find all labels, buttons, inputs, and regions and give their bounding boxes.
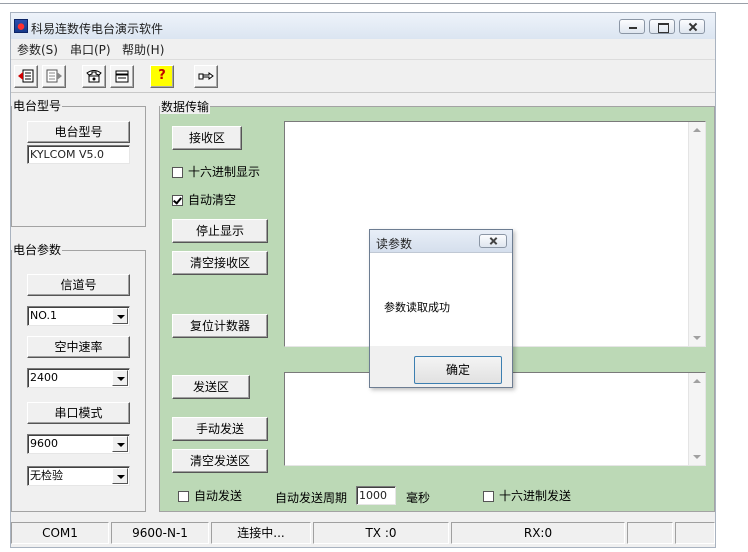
send-scrollbar[interactable] (688, 373, 705, 465)
scroll-down-icon[interactable] (693, 455, 701, 459)
maximize-button[interactable] (649, 19, 675, 34)
clear-receive-button[interactable]: 清空接收区 (172, 251, 268, 275)
hex-display-label: 十六进制显示 (188, 165, 261, 179)
data-group-title: 数据传输 (160, 100, 211, 114)
dialog-message: 参数读取成功 (384, 301, 450, 314)
write-params-button[interactable] (42, 65, 66, 88)
channel-select[interactable]: NO.1 (27, 306, 130, 326)
chevron-down-icon[interactable] (112, 308, 128, 324)
minimize-icon (620, 20, 644, 33)
parity-select[interactable]: 无检验 (27, 466, 130, 486)
hex-send-label: 十六进制发送 (499, 489, 572, 503)
model-value-field[interactable]: KYLCOM V5.0 (27, 145, 130, 164)
serial-mode-button[interactable]: 串口模式 (27, 402, 130, 424)
status-rx: RX:0 (451, 522, 625, 544)
air-rate-value: 2400 (30, 371, 58, 384)
hex-display-box[interactable] (172, 167, 183, 178)
model-button[interactable]: 电台型号 (27, 121, 130, 143)
dialog-title-bar[interactable]: 读参数 (370, 230, 512, 253)
outer-top-border (0, 0, 748, 4)
params-group-title: 电台参数 (12, 243, 63, 257)
air-rate-button[interactable]: 空中速率 (27, 336, 130, 358)
chevron-down-icon[interactable] (112, 370, 128, 386)
period-unit-label: 毫秒 (406, 491, 431, 505)
minimize-button[interactable] (619, 19, 645, 34)
auto-send-period-input[interactable]: 1000 (356, 486, 396, 505)
stop-display-button[interactable]: 停止显示 (172, 219, 268, 243)
auto-clear-label: 自动清空 (188, 193, 237, 207)
receive-scrollbar[interactable] (688, 122, 705, 346)
read-params-dialog: 读参数 参数读取成功 确定 (369, 229, 513, 388)
pointer-hand-icon (198, 72, 214, 80)
connect-button[interactable] (82, 65, 106, 88)
dialog-ok-button[interactable]: 确定 (414, 356, 502, 384)
close-icon (680, 20, 704, 33)
status-panel-extra-1 (627, 522, 673, 544)
dialog-close-icon[interactable] (479, 234, 507, 248)
hex-send-box[interactable] (483, 491, 494, 502)
toolbar: ? (11, 59, 715, 93)
status-state: 连接中... (211, 522, 311, 544)
manual-send-button[interactable]: 手动发送 (172, 417, 268, 441)
status-tx: TX :0 (313, 522, 449, 544)
read-params-button[interactable] (14, 65, 38, 88)
auto-send-label: 自动发送 (194, 489, 243, 503)
chevron-down-icon[interactable] (112, 468, 128, 484)
menu-params[interactable]: 参数(S) (17, 41, 58, 58)
model-group-title: 电台型号 (12, 99, 63, 113)
disconnect-button[interactable] (110, 65, 134, 88)
help-question-icon: ? (158, 68, 166, 83)
params-group: 电台参数 信道号 NO.1 空中速率 2400 串口模式 9600 无检验 (11, 243, 146, 512)
clear-send-button[interactable]: 清空发送区 (172, 449, 268, 473)
air-rate-select[interactable]: 2400 (27, 368, 130, 388)
status-settings: 9600-N-1 (111, 522, 209, 544)
send-area-label[interactable]: 发送区 (172, 375, 250, 399)
hex-send-checkbox[interactable]: 十六进制发送 (483, 489, 571, 503)
menu-bar: 参数(S) 串口(P) 帮助(H) (11, 39, 715, 57)
serial-mode-value: 9600 (30, 437, 58, 450)
app-icon (14, 19, 28, 33)
menu-serial[interactable]: 串口(P) (70, 41, 111, 58)
main-window: 科易连数传电台演示软件 参数(S) 串口(P) 帮助(H) ? 电台型号 电台型… (10, 12, 716, 548)
close-button[interactable] (679, 19, 705, 34)
reset-counter-button[interactable]: 复位计数器 (172, 314, 268, 338)
auto-clear-checkbox[interactable]: 自动清空 (172, 193, 236, 207)
channel-value: NO.1 (30, 309, 57, 322)
model-group: 电台型号 电台型号 KYLCOM V5.0 (11, 99, 146, 227)
disconnect-phone-icon (115, 70, 129, 83)
maximize-icon (650, 20, 674, 33)
write-params-icon (46, 69, 62, 83)
scroll-down-icon[interactable] (693, 336, 701, 340)
dialog-body: 参数读取成功 (370, 253, 512, 346)
status-port: COM1 (11, 522, 109, 544)
help-button[interactable]: ? (150, 65, 174, 88)
auto-send-box[interactable] (178, 491, 189, 502)
scroll-up-icon[interactable] (693, 379, 701, 383)
scroll-up-icon[interactable] (693, 128, 701, 132)
serial-mode-select[interactable]: 9600 (27, 434, 130, 454)
channel-button[interactable]: 信道号 (27, 274, 130, 296)
auto-clear-box[interactable] (172, 195, 183, 206)
read-params-icon (18, 69, 34, 83)
dialog-title: 读参数 (376, 237, 413, 251)
auto-send-checkbox[interactable]: 自动发送 (178, 489, 242, 503)
pointer-button[interactable] (194, 65, 218, 88)
status-panel-extra-2 (675, 522, 715, 544)
window-title: 科易连数传电台演示软件 (31, 22, 164, 36)
menu-help[interactable]: 帮助(H) (122, 41, 164, 58)
connect-phone-icon (86, 70, 102, 83)
receive-area-label[interactable]: 接收区 (172, 126, 242, 150)
auto-send-period-label: 自动发送周期 (275, 491, 348, 505)
chevron-down-icon[interactable] (112, 436, 128, 452)
hex-display-checkbox[interactable]: 十六进制显示 (172, 165, 260, 179)
parity-value: 无检验 (30, 469, 63, 482)
status-bar: COM1 9600-N-1 连接中... TX :0 RX:0 (11, 520, 715, 546)
title-bar[interactable]: 科易连数传电台演示软件 (11, 13, 715, 39)
